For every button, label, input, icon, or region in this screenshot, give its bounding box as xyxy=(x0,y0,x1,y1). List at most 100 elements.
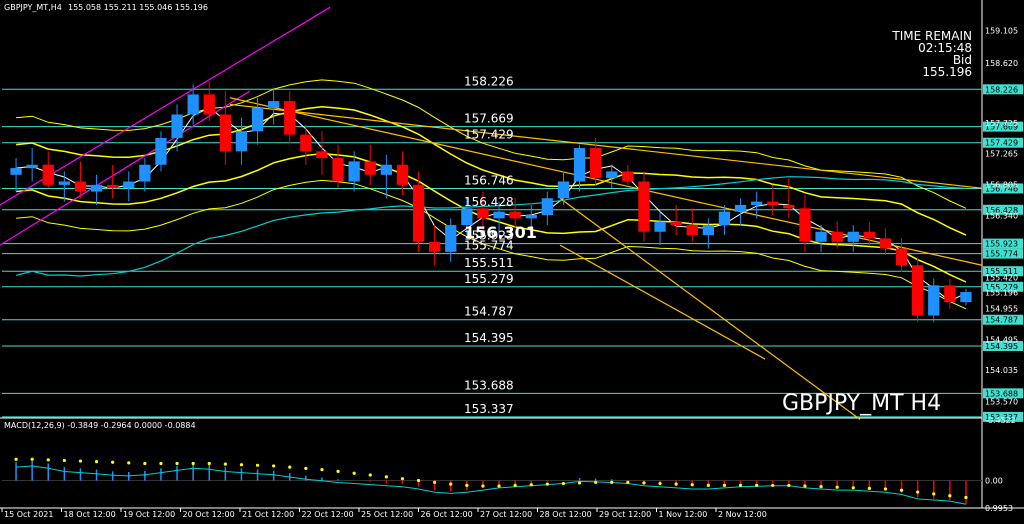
candle-body xyxy=(90,184,103,192)
price-tick-label: 153.570 xyxy=(985,397,1018,406)
time-tick-label: 27 Oct 12:00 xyxy=(480,510,532,519)
chart-symbol: GBPJPY_MT,H4 xyxy=(4,3,62,12)
candle-body xyxy=(123,181,135,189)
macd-signal-dot xyxy=(159,461,163,466)
candle-body xyxy=(412,184,425,242)
macd-signal-dot xyxy=(46,458,50,462)
candle-body xyxy=(751,201,763,205)
candle-body xyxy=(10,168,22,175)
candle-body xyxy=(686,225,698,236)
candle-body xyxy=(654,221,666,232)
candle-body xyxy=(799,208,811,242)
price-tick-label: 157.725 xyxy=(985,119,1018,128)
macd-signal-dot xyxy=(94,460,99,464)
candle-body xyxy=(815,231,827,242)
macd-signal-dot xyxy=(143,461,147,466)
candle-body xyxy=(477,208,489,219)
candle-body xyxy=(509,211,521,219)
candle-body xyxy=(928,285,940,316)
price-tick-label: 156.340 xyxy=(985,212,1018,221)
candle-body xyxy=(219,114,231,152)
candle-body xyxy=(767,201,779,205)
macd-signal-dot xyxy=(561,481,566,486)
price-tick-label: 155.196 xyxy=(985,288,1018,297)
time-tick-label: 20 Oct 12:00 xyxy=(183,510,235,519)
level-label: 156.746 xyxy=(464,173,514,187)
macd-signal-dot xyxy=(368,473,372,477)
macd-signal-dot xyxy=(14,457,18,461)
candle-body xyxy=(493,211,505,219)
macd-signal-dot xyxy=(948,494,952,498)
macd-signal-dot xyxy=(352,471,356,475)
chart-ohlc: 155.058 155.211 155.046 155.196 xyxy=(68,3,208,12)
candle-body xyxy=(944,285,956,303)
macd-signal-dot xyxy=(610,480,614,484)
candle-body xyxy=(284,101,296,135)
macd-signal-dot xyxy=(803,484,807,488)
candle-body xyxy=(155,137,167,165)
candle-body xyxy=(58,181,70,185)
price-tick-label: 155.420 xyxy=(985,273,1018,282)
macd-signal-dot xyxy=(62,458,66,463)
candle-body xyxy=(332,158,344,182)
candle-body xyxy=(107,184,119,189)
candle-body xyxy=(718,211,731,226)
macd-scale-label: 0.00 xyxy=(985,477,1003,486)
candle-body xyxy=(139,164,151,182)
price-tick-label: 156.805 xyxy=(985,181,1018,190)
macd-signal-dot xyxy=(932,492,936,496)
candle-body xyxy=(912,265,924,316)
macd-signal-dot xyxy=(835,485,839,489)
candle-body xyxy=(557,181,570,199)
level-price-tag-text: 155.774 xyxy=(985,250,1018,259)
current-price-marker: 156.301 xyxy=(464,223,537,242)
macd-signal-dot xyxy=(706,483,710,487)
macd-signal-dot xyxy=(175,461,179,466)
candle-body xyxy=(702,225,714,236)
candle-body xyxy=(573,148,586,182)
candle-body xyxy=(960,292,972,303)
price-tick-label: 154.035 xyxy=(985,366,1018,375)
candle-body xyxy=(429,241,441,252)
macd-signal-dot xyxy=(191,461,195,466)
price-tick-label: 159.105 xyxy=(985,26,1018,35)
price-chart[interactable]: 158.226 157.669 157.429 156.746 156.428 155.9… xyxy=(0,0,1024,520)
level-label: 154.395 xyxy=(464,331,514,345)
level-price-tag-text: 155.923 xyxy=(985,240,1018,249)
candle-body xyxy=(670,221,682,226)
macd-signal-dot xyxy=(690,483,694,487)
macd-signal-dot xyxy=(384,475,388,479)
macd-signal-dot xyxy=(223,462,227,466)
level-label: 155.511 xyxy=(464,256,514,270)
candle-body xyxy=(879,238,892,249)
time-tick-label: 1 Nov 12:00 xyxy=(659,510,708,519)
watermark: GBPJPY_MT H4 xyxy=(782,391,941,416)
level-label: 158.226 xyxy=(464,74,514,88)
time-tick-label: 18 Oct 12:00 xyxy=(64,510,116,519)
level-price-tag-text: 157.429 xyxy=(985,139,1018,148)
macd-scale-label: 0.9953 xyxy=(985,504,1013,513)
candle-body xyxy=(863,231,875,239)
macd-scale-label: -0.4522 xyxy=(985,416,1016,425)
macd-signal-dot xyxy=(899,488,904,492)
candle-body xyxy=(847,231,859,242)
macd-signal-dot xyxy=(738,483,743,487)
candle-body xyxy=(42,164,54,185)
level-price-tag-text: 158.226 xyxy=(985,85,1018,94)
macd-signal-dot xyxy=(127,461,131,465)
macd-signal-dot xyxy=(288,465,292,469)
candle-body xyxy=(380,164,392,175)
time-tick-label: 26 Oct 12:00 xyxy=(421,510,473,519)
candle-body xyxy=(541,198,553,215)
candle-body xyxy=(445,225,457,252)
macd-signal-dot xyxy=(851,486,855,490)
time-tick-label: 22 Oct 12:00 xyxy=(302,510,354,519)
candle-body xyxy=(895,248,908,266)
macd-signal-dot xyxy=(883,487,888,491)
time-tick-label: 15 Oct 2021 xyxy=(4,510,53,519)
candle-body xyxy=(638,181,650,232)
macd-signal-dot xyxy=(755,483,759,487)
macd-signal-dot xyxy=(513,483,517,487)
macd-signal-dot xyxy=(336,469,340,473)
bid-value: 155.196 xyxy=(922,65,972,79)
